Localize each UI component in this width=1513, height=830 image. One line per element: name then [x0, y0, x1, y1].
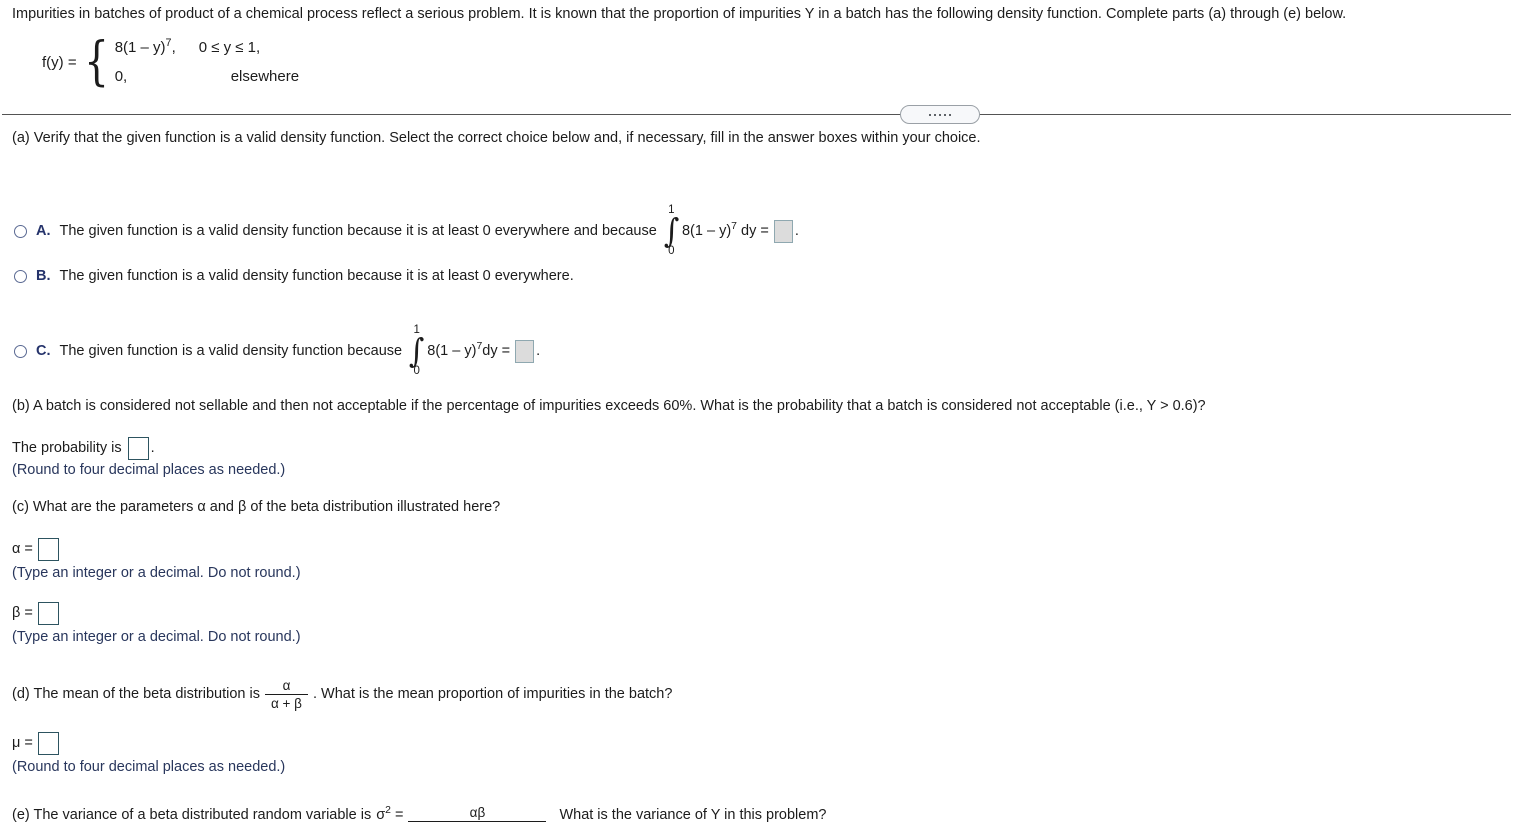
choice-c-letter: C.: [36, 343, 51, 359]
radio-choice-a[interactable]: [14, 224, 27, 238]
density-cases: 8(1 – y)7, 0 ≤ y ≤ 1, 0, elsewhere: [114, 38, 299, 85]
part-d-mu-row: μ =: [12, 732, 59, 755]
divider-line: [2, 114, 1511, 115]
integral-sign-icon: ∫: [408, 331, 425, 370]
choice-c-integrand: 8(1 – y)7dy =: [427, 341, 511, 359]
part-b-answer-input[interactable]: [127, 437, 149, 460]
section-divider: [0, 105, 1513, 125]
choice-a-answer-box[interactable]: [773, 219, 793, 243]
part-b-prompt: (b) A batch is considered not sellable a…: [12, 398, 1206, 414]
problem-statement: Impurities in batches of product of a ch…: [12, 6, 1347, 22]
choice-a-letter: A.: [36, 223, 51, 239]
variance-fraction-numerator: αβ: [469, 805, 486, 820]
part-c-alpha-instruction: (Type an integer or a decimal. Do not ro…: [12, 565, 301, 581]
beta-label: β =: [12, 605, 33, 621]
dot-icon: [929, 113, 931, 116]
part-d-prompt-post: . What is the mean proportion of impurit…: [312, 686, 673, 702]
sigma-exponent: 2: [385, 804, 391, 816]
dot-icon: [949, 113, 951, 116]
alpha-input[interactable]: [37, 538, 59, 561]
density-case-1-condition: 0 ≤ y ≤ 1,: [198, 39, 261, 56]
integral-differential: dy =: [482, 343, 511, 359]
expand-details-button[interactable]: [900, 105, 980, 124]
density-case-2-condition: elsewhere: [230, 68, 300, 85]
mu-label: μ =: [12, 735, 33, 751]
integral-symbol-group: 1 ∫ 0: [663, 204, 680, 257]
part-c-prompt: (c) What are the parameters α and β of t…: [12, 499, 501, 515]
choice-c-trailing-period: .: [536, 343, 541, 359]
density-function-label: f(y) =: [42, 53, 77, 71]
integral-sign-icon: ∫: [663, 211, 680, 250]
alpha-label: α =: [12, 541, 33, 557]
choice-b-letter: B.: [36, 268, 51, 284]
radio-choice-c[interactable]: [14, 344, 27, 358]
part-c-beta-instruction: (Type an integer or a decimal. Do not ro…: [12, 629, 301, 645]
variance-fraction: αβ: [408, 805, 547, 824]
variance-fraction-denominator: [471, 822, 483, 824]
density-case-1: 8(1 – y)7, 0 ≤ y ≤ 1,: [114, 38, 299, 56]
dot-icon: [939, 113, 941, 116]
part-a-prompt: (a) Verify that the given function is a …: [12, 130, 981, 146]
left-brace: {: [83, 32, 109, 92]
mean-fraction: α α + β: [264, 678, 308, 711]
choice-a-integral: 1 ∫ 0 8(1 – y)7 dy = .: [663, 204, 799, 257]
part-e-prompt-post: What is the variance of Y in this proble…: [559, 806, 827, 823]
choice-c-answer-box[interactable]: [515, 339, 535, 363]
choice-a[interactable]: A. The given function is a valid density…: [14, 204, 799, 257]
part-d-instruction: (Round to four decimal places as needed.…: [12, 759, 286, 775]
density-case-1-expression: 8(1 – y)7,: [114, 38, 193, 56]
part-e-prompt: (e) The variance of a beta distributed r…: [12, 804, 827, 824]
dot-icon: [944, 113, 946, 116]
integral-symbol-group: 1 ∫ 0: [408, 324, 425, 377]
choice-a-integrand: 8(1 – y)7 dy =: [681, 221, 769, 239]
choice-c[interactable]: C. The given function is a valid density…: [14, 324, 541, 377]
part-b-answer-row: The probability is .: [12, 437, 155, 460]
beta-input[interactable]: [37, 602, 59, 625]
integrand-base: 8(1 – y): [681, 223, 732, 239]
integral-differential: dy =: [741, 223, 769, 239]
choice-c-text: The given function is a valid density fu…: [59, 343, 403, 359]
part-b-answer-label: The probability is: [12, 440, 122, 456]
sigma-symbol: σ: [376, 806, 386, 823]
part-e-sigma: σ2: [376, 804, 391, 823]
problem-page: Impurities in batches of product of a ch…: [0, 0, 1513, 830]
integrand-exponent: 7: [731, 221, 737, 233]
density-case-2: 0, elsewhere: [115, 68, 299, 85]
mean-fraction-denominator: α + β: [270, 695, 302, 711]
choice-c-integral: 1 ∫ 0 8(1 – y)7dy = .: [408, 324, 541, 377]
part-c-beta-row: β =: [12, 602, 59, 625]
part-e-prompt-pre: (e) The variance of a beta distributed r…: [12, 806, 372, 823]
density-case-2-expression: 0,: [114, 68, 128, 85]
part-e-equals: =: [394, 806, 404, 823]
choice-a-trailing-period: .: [794, 223, 799, 239]
choice-b[interactable]: B. The given function is a valid density…: [14, 268, 574, 284]
case1-comma: ,: [171, 39, 176, 56]
choice-b-text: The given function is a valid density fu…: [59, 268, 574, 284]
mu-input[interactable]: [37, 732, 59, 755]
part-d-prompt: (d) The mean of the beta distribution is…: [12, 679, 672, 710]
part-b-instruction: (Round to four decimal places as needed.…: [12, 462, 286, 478]
dot-icon: [934, 113, 936, 116]
choice-a-text: The given function is a valid density fu…: [59, 223, 657, 239]
radio-choice-b[interactable]: [14, 269, 27, 283]
part-d-prompt-pre: (d) The mean of the beta distribution is: [12, 686, 260, 702]
case1-base: 8(1 – y): [114, 39, 166, 56]
part-b-trailing-period: .: [150, 440, 155, 456]
density-function: f(y) = { 8(1 – y)7, 0 ≤ y ≤ 1, 0, elsewh…: [42, 36, 299, 88]
integrand-base: 8(1 – y): [427, 343, 477, 359]
part-c-alpha-row: α =: [12, 538, 59, 561]
mean-fraction-numerator: α: [282, 678, 291, 693]
